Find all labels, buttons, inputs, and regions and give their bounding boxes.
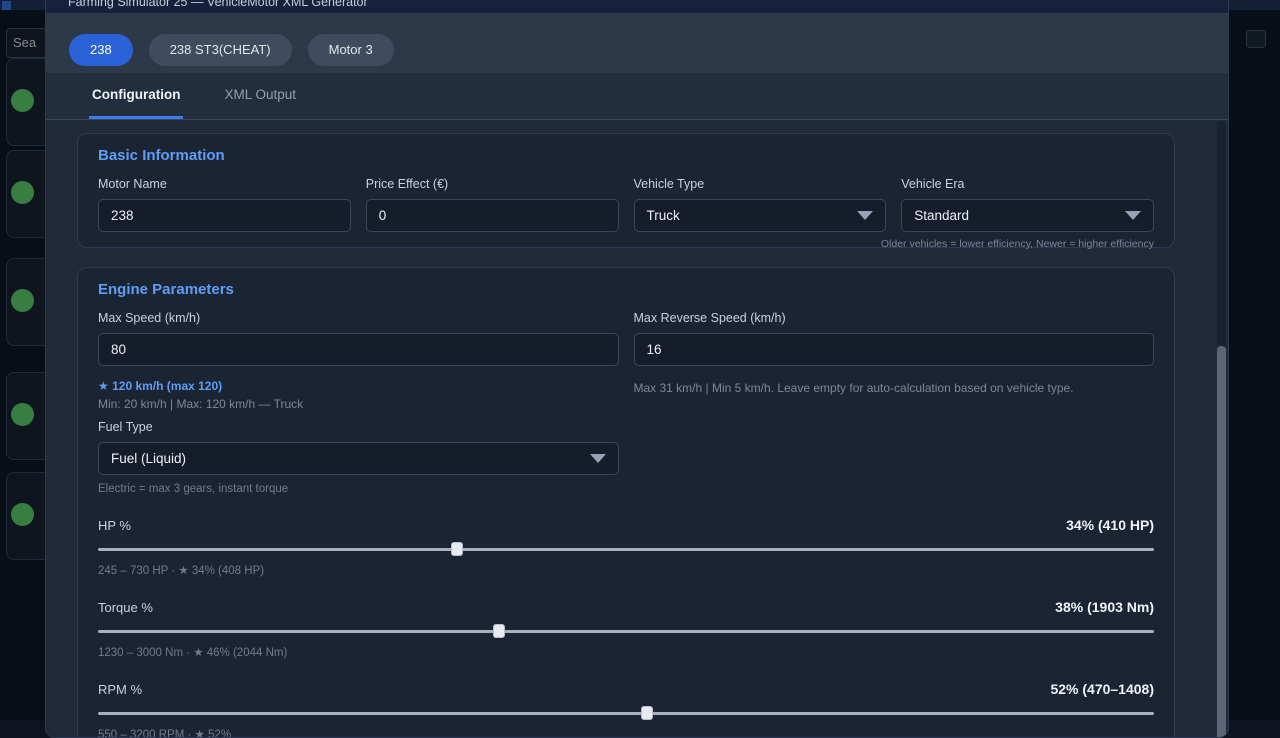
modal-scrollbar[interactable] <box>1217 121 1226 735</box>
scrollbar-thumb[interactable] <box>1217 346 1226 738</box>
fuel-type-label: Fuel Type <box>98 420 1154 434</box>
hp-percent-value: 34% (410 HP) <box>1066 517 1154 533</box>
max-reverse-speed-label: Max Reverse Speed (km/h) <box>634 311 1155 325</box>
vehicle-era-label: Vehicle Era <box>901 177 1154 191</box>
chevron-down-icon <box>590 454 606 463</box>
rpm-percent-note: 550 – 3200 RPM · ★ 52% <box>98 727 1154 737</box>
engine-parameters-section: Engine Parameters Max Speed (km/h) ★ 120… <box>77 267 1175 737</box>
torque-percent-slider[interactable] <box>98 624 1154 638</box>
fuel-type-select[interactable]: Fuel (Liquid) <box>98 442 619 475</box>
modal-content: Basic Information Motor Name Price Effec… <box>46 120 1216 737</box>
max-speed-limits-note: Min: 20 km/h | Max: 120 km/h — Truck <box>98 397 619 411</box>
vehicle-type-select[interactable]: Truck <box>634 199 887 232</box>
slider-thumb[interactable] <box>493 624 505 638</box>
max-speed-label: Max Speed (km/h) <box>98 311 619 325</box>
hp-percent-label: HP % <box>98 518 131 533</box>
rpm-percent-slider-block: RPM % 52% (470–1408) 550 – 3200 RPM · ★ … <box>98 681 1154 737</box>
slider-track[interactable] <box>98 630 1154 633</box>
hp-percent-slider-block: HP % 34% (410 HP) 245 – 730 HP · ★ 34% (… <box>98 517 1154 577</box>
torque-percent-slider-block: Torque % 38% (1903 Nm) 1230 – 3000 Nm · … <box>98 599 1154 659</box>
torque-percent-note: 1230 – 3000 Nm · ★ 46% (2044 Nm) <box>98 645 1154 659</box>
vehicle-type-value: Truck <box>647 208 680 223</box>
slider-track[interactable] <box>98 548 1154 551</box>
basic-information-heading: Basic Information <box>98 147 1154 164</box>
max-speed-field: Max Speed (km/h) ★ 120 km/h (max 120) Mi… <box>98 311 619 411</box>
price-effect-field: Price Effect (€) <box>366 177 619 232</box>
tab-configuration[interactable]: Configuration <box>89 73 183 119</box>
motor-name-input[interactable] <box>98 199 351 232</box>
vehicle-era-hint: Older vehicles = lower efficiency, Newer… <box>881 238 1154 250</box>
max-reverse-speed-field: Max Reverse Speed (km/h) Max 31 km/h | M… <box>634 311 1155 411</box>
motor-name-label: Motor Name <box>98 177 351 191</box>
motor-tab-bar: 238 238 ST3(CHEAT) Motor 3 <box>46 13 1228 73</box>
slider-thumb[interactable] <box>641 706 653 720</box>
vehicle-era-field: Vehicle Era Standard <box>901 177 1154 232</box>
motor-tab-238-st3-cheat[interactable]: 238 ST3(CHEAT) <box>149 34 292 66</box>
max-reverse-speed-input[interactable] <box>634 333 1155 366</box>
chevron-down-icon <box>1125 211 1141 220</box>
basic-information-section: Basic Information Motor Name Price Effec… <box>77 133 1175 248</box>
hp-percent-note: 245 – 730 HP · ★ 34% (408 HP) <box>98 563 1154 577</box>
tab-xml-output[interactable]: XML Output <box>221 73 299 119</box>
fuel-type-value: Fuel (Liquid) <box>111 451 186 466</box>
vehicle-type-label: Vehicle Type <box>634 177 887 191</box>
max-speed-input[interactable] <box>98 333 619 366</box>
motor-tab-238[interactable]: 238 <box>69 34 133 66</box>
vehicle-era-value: Standard <box>914 208 969 223</box>
motor-tab-motor-3[interactable]: Motor 3 <box>308 34 394 66</box>
hp-percent-slider[interactable] <box>98 542 1154 556</box>
max-speed-recommended-note: ★ 120 km/h (max 120) <box>98 379 619 393</box>
rpm-percent-value: 52% (470–1408) <box>1050 681 1154 697</box>
rpm-percent-label: RPM % <box>98 682 142 697</box>
torque-percent-value: 38% (1903 Nm) <box>1055 599 1154 615</box>
chevron-down-icon <box>857 211 873 220</box>
view-tab-bar: Configuration XML Output <box>46 73 1228 120</box>
price-effect-label: Price Effect (€) <box>366 177 619 191</box>
slider-thumb[interactable] <box>451 542 463 556</box>
max-reverse-speed-note: Max 31 km/h | Min 5 km/h. Leave empty fo… <box>634 381 1155 395</box>
torque-percent-label: Torque % <box>98 600 153 615</box>
vehiclemotor-generator-modal: Farming Simulator 25 — VehicleMotor XML … <box>45 0 1229 738</box>
rpm-percent-slider[interactable] <box>98 706 1154 720</box>
fuel-type-hint: Electric = max 3 gears, instant torque <box>98 483 1154 495</box>
vehicle-type-field: Vehicle Type Truck <box>634 177 887 232</box>
motor-name-field: Motor Name <box>98 177 351 232</box>
modal-title: Farming Simulator 25 — VehicleMotor XML … <box>46 0 1228 13</box>
engine-parameters-heading: Engine Parameters <box>98 281 1154 298</box>
slider-track[interactable] <box>98 712 1154 715</box>
vehicle-era-select[interactable]: Standard <box>901 199 1154 232</box>
price-effect-input[interactable] <box>366 199 619 232</box>
